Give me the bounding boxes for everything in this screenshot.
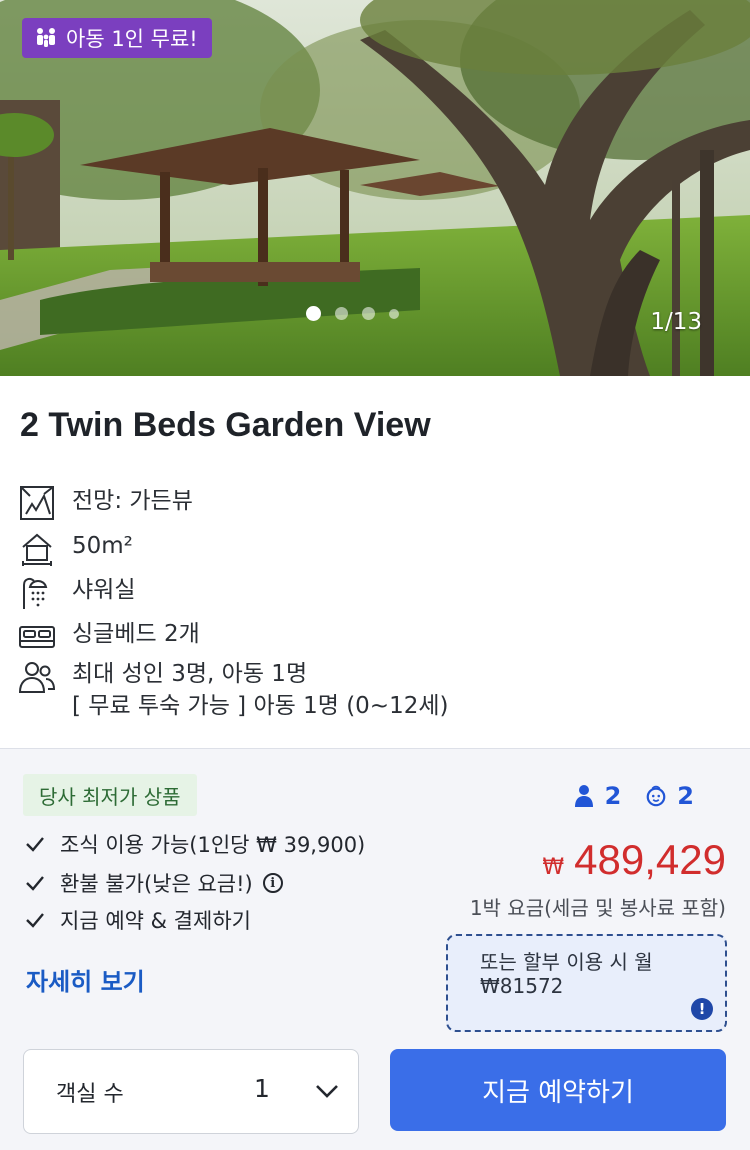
free-child-promo-badge: 아동 1인 무료! bbox=[22, 18, 212, 58]
adult-count: 2 bbox=[604, 782, 622, 810]
feature-occupancy: 최대 성인 3명, 아동 1명 [ 무료 투숙 가능 ] 아동 1명 (0~12… bbox=[18, 658, 448, 722]
feature-free-child-text: [ 무료 투숙 가능 ] 아동 1명 (0~12세) bbox=[72, 693, 449, 719]
feature-area-text: 50m² bbox=[72, 533, 133, 559]
carousel-dot[interactable] bbox=[306, 306, 321, 321]
family-icon bbox=[37, 28, 55, 47]
room-title: 2 Twin Beds Garden View bbox=[20, 406, 431, 444]
info-icon[interactable]: i bbox=[262, 873, 283, 893]
feature-bed-text: 싱글베드 2개 bbox=[72, 621, 200, 647]
carousel-dot[interactable] bbox=[389, 308, 399, 319]
house-area-icon bbox=[22, 533, 52, 566]
feature-bath: 샤워실 bbox=[18, 573, 135, 611]
installment-label: 또는 할부 이용 시 월 bbox=[480, 950, 653, 974]
price-currency: ₩ bbox=[542, 855, 565, 880]
room-photo-carousel[interactable]: 아동 1인 무료! 1/13 bbox=[0, 0, 750, 376]
child-count: 2 bbox=[677, 782, 694, 810]
installment-amount: ₩81572 bbox=[480, 974, 564, 998]
check-icon bbox=[26, 837, 44, 852]
chevron-down-icon bbox=[316, 1085, 338, 1098]
book-now-button[interactable]: 지금 예약하기 bbox=[390, 1049, 726, 1131]
view-details-link[interactable]: 자세히 보기 bbox=[26, 962, 145, 997]
benefit-pay-now: 지금 예약 & 결제하기 bbox=[24, 905, 251, 935]
carousel-indicator bbox=[306, 306, 399, 321]
benefit-nonrefundable-text: 환불 불가(낮은 요금!) bbox=[60, 872, 253, 896]
benefit-breakfast: 조식 이용 가능(1인당 ₩ 39,900) bbox=[24, 829, 365, 859]
feature-bath-text: 샤워실 bbox=[72, 577, 136, 603]
check-icon bbox=[26, 876, 44, 891]
feature-view: 전망: 가든뷰 bbox=[18, 484, 193, 522]
price-amount: 489,429 bbox=[574, 836, 726, 883]
room-count-label: 객실 수 bbox=[56, 1082, 124, 1107]
bed-icon bbox=[19, 626, 55, 648]
price-note: 1박 요금(세금 및 봉사료 포함) bbox=[469, 896, 726, 920]
shower-icon bbox=[23, 577, 48, 609]
photo-counter: 1/13 bbox=[650, 309, 702, 335]
adult-icon bbox=[574, 785, 593, 807]
occupancy-summary: 2 2 bbox=[573, 782, 694, 810]
room-count-value: 1 bbox=[254, 1074, 270, 1103]
feature-occupancy-text: 최대 성인 3명, 아동 1명 bbox=[72, 661, 308, 687]
benefit-breakfast-text: 조식 이용 가능(1인당 ₩ 39,900) bbox=[60, 833, 366, 857]
carousel-dot[interactable] bbox=[335, 307, 348, 320]
carousel-dot[interactable] bbox=[362, 307, 375, 320]
installment-box: 또는 할부 이용 시 월 ₩81572 ! bbox=[446, 934, 727, 1032]
people-icon bbox=[18, 662, 56, 693]
feature-view-text: 전망: 가든뷰 bbox=[72, 488, 193, 514]
child-icon bbox=[646, 785, 666, 807]
feature-bed: 싱글베드 2개 bbox=[18, 617, 200, 655]
feature-area: 50m² bbox=[18, 529, 133, 567]
benefit-nonrefundable: 환불 불가(낮은 요금!) i bbox=[24, 868, 283, 898]
check-icon bbox=[26, 913, 44, 928]
lowest-price-badge: 당사 최저가 상품 bbox=[23, 774, 197, 816]
benefit-pay-now-text: 지금 예약 & 결제하기 bbox=[60, 909, 251, 933]
room-price: ₩ 489,429 bbox=[542, 836, 726, 884]
room-count-select[interactable]: 객실 수 1 bbox=[23, 1049, 359, 1134]
window-view-icon bbox=[20, 486, 54, 520]
alert-icon[interactable]: ! bbox=[691, 998, 713, 1020]
promo-badge-text: 아동 1인 무료! bbox=[66, 27, 198, 51]
